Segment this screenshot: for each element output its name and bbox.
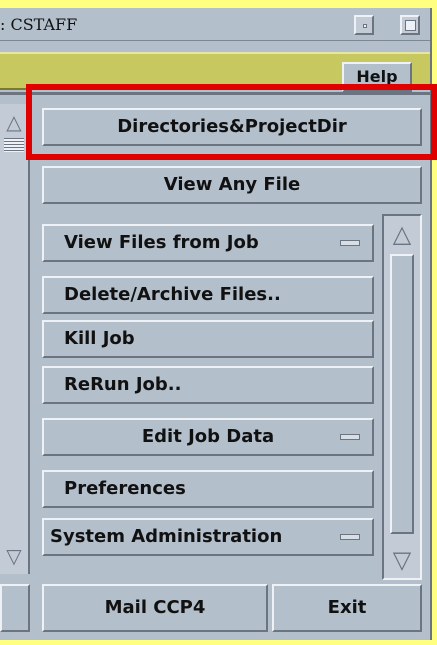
divider <box>0 92 430 95</box>
edit-job-data-button[interactable]: Edit Job Data <box>42 418 374 456</box>
scroll-up-icon[interactable]: △ <box>2 110 26 134</box>
minimize-button[interactable] <box>354 15 374 35</box>
window-title: : CSTAFF <box>0 15 78 34</box>
view-any-file-button[interactable]: View Any File <box>42 166 422 204</box>
button-label: Delete/Archive Files.. <box>64 284 281 305</box>
button-label: System Administration <box>50 526 283 547</box>
scroll-thumb[interactable] <box>390 254 414 534</box>
scroll-thumb-grip[interactable] <box>4 138 24 152</box>
button-label: Edit Job Data <box>141 426 275 447</box>
status-cell <box>0 584 30 632</box>
button-label: View Files from Job <box>64 232 259 253</box>
minimize-icon <box>363 24 367 28</box>
button-label: ReRun Job.. <box>64 374 182 395</box>
button-list-scrollbar[interactable]: △ ▽ <box>382 214 422 580</box>
option-menu-icon <box>340 240 360 246</box>
scroll-up-icon[interactable]: △ <box>388 220 416 248</box>
option-menu-icon <box>340 534 360 540</box>
button-label: View Any File <box>163 174 301 195</box>
directories-projectdir-button[interactable]: Directories&ProjectDir <box>42 108 422 146</box>
rerun-job-button[interactable]: ReRun Job.. <box>42 366 374 404</box>
option-menu-icon <box>340 434 360 440</box>
delete-archive-files-button[interactable]: Delete/Archive Files.. <box>42 276 374 314</box>
scroll-down-icon[interactable]: ▽ <box>388 546 416 574</box>
preferences-button[interactable]: Preferences <box>42 470 374 508</box>
job-list-scrollbar[interactable]: △ ▽ <box>0 104 30 574</box>
scroll-down-icon[interactable]: ▽ <box>2 544 26 568</box>
kill-job-button[interactable]: Kill Job <box>42 320 374 358</box>
exit-button[interactable]: Exit <box>272 584 422 632</box>
system-administration-button[interactable]: System Administration <box>42 518 374 556</box>
button-label: Kill Job <box>64 328 135 349</box>
maximize-icon <box>405 20 416 31</box>
mail-ccp4-button[interactable]: Mail CCP4 <box>42 584 268 632</box>
title-bar[interactable]: : CSTAFF <box>0 10 430 41</box>
view-files-from-job-button[interactable]: View Files from Job <box>42 224 374 262</box>
button-label: Directories&ProjectDir <box>117 116 347 137</box>
button-label: Preferences <box>64 478 186 499</box>
menu-bar: Help <box>0 52 430 92</box>
maximize-button[interactable] <box>400 15 420 35</box>
help-button[interactable]: Help <box>342 62 412 92</box>
